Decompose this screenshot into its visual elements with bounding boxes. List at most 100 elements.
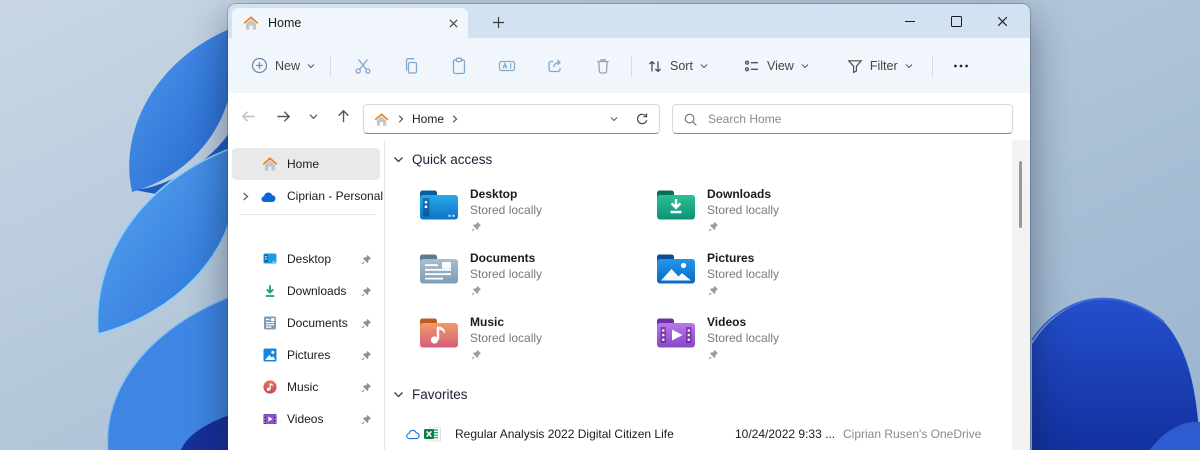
filter-button[interactable]: Filter: [838, 49, 922, 83]
chevron-down-icon: [306, 61, 316, 71]
sidebar-item-label: Pictures: [287, 348, 330, 362]
tile-downloads[interactable]: Downloads Stored locally: [655, 186, 892, 250]
tile-name: Music: [470, 315, 542, 330]
share-button[interactable]: [539, 50, 571, 82]
sidebar-item-label: Desktop: [287, 252, 331, 266]
sidebar-item-documents[interactable]: Documents: [232, 307, 380, 339]
window-controls: [890, 4, 1022, 38]
sort-icon: [646, 57, 664, 75]
close-button[interactable]: [982, 4, 1022, 38]
excel-file-icon: [423, 426, 442, 442]
recent-locations-button[interactable]: [299, 103, 327, 131]
new-button[interactable]: New: [242, 49, 324, 83]
search-input[interactable]: [706, 111, 1012, 127]
sidebar-item-videos[interactable]: Videos: [232, 403, 380, 435]
sidebar-item-downloads[interactable]: Downloads: [232, 275, 380, 307]
toolbar-divider: [631, 55, 632, 77]
chevron-down-icon: [800, 61, 810, 71]
sidebar-item-desktop[interactable]: Desktop: [232, 243, 380, 275]
tab-home[interactable]: Home: [232, 8, 468, 38]
pin-icon: [471, 221, 542, 232]
chevron-down-icon: [608, 113, 620, 125]
forward-button[interactable]: [269, 103, 297, 131]
section-title: Favorites: [412, 387, 468, 402]
sidebar-item-pictures[interactable]: Pictures: [232, 339, 380, 371]
forward-icon: [274, 107, 293, 126]
paste-button[interactable]: [443, 50, 475, 82]
sidebar-item-music[interactable]: Music: [232, 371, 380, 403]
address-bar[interactable]: Home: [363, 104, 660, 134]
scrollbar-thumb[interactable]: [1019, 161, 1022, 228]
tab-title: Home: [268, 16, 301, 30]
ellipsis-icon: [952, 57, 970, 75]
home-icon: [374, 112, 389, 127]
chevron-right-icon[interactable]: [240, 191, 251, 202]
pin-icon: [361, 254, 372, 265]
back-button[interactable]: [234, 103, 262, 131]
tile-desktop[interactable]: Desktop Stored locally: [418, 186, 655, 250]
file-name: Regular Analysis 2022 Digital Citizen Li…: [455, 427, 727, 441]
refresh-button[interactable]: [634, 112, 649, 127]
up-button[interactable]: [329, 103, 357, 131]
tile-pictures[interactable]: Pictures Stored locally: [655, 250, 892, 314]
pin-icon: [708, 349, 779, 360]
sort-button-label: Sort: [670, 59, 693, 73]
tile-documents[interactable]: Documents Stored locally: [418, 250, 655, 314]
pin-icon: [471, 285, 542, 296]
chevron-collapse-icon[interactable]: [392, 388, 405, 401]
tile-name: Videos: [707, 315, 779, 330]
cut-button[interactable]: [347, 50, 379, 82]
desktop-folder-icon: [418, 188, 460, 222]
filter-icon: [846, 57, 864, 75]
sidebar-item-label: Home: [287, 157, 319, 171]
filter-button-label: Filter: [870, 59, 898, 73]
quick-access-header[interactable]: Quick access: [392, 152, 492, 167]
sidebar-item-home[interactable]: Home: [232, 148, 380, 180]
maximize-button[interactable]: [936, 4, 976, 38]
view-button[interactable]: View: [735, 49, 818, 83]
tile-name: Downloads: [707, 187, 779, 202]
tile-videos[interactable]: Videos Stored locally: [655, 314, 892, 378]
chevron-down-icon: [307, 110, 320, 123]
toolbar-divider: [932, 55, 933, 77]
copy-icon: [401, 56, 421, 76]
pin-icon: [361, 350, 372, 361]
rename-button[interactable]: [491, 50, 523, 82]
breadcrumb-separator-icon[interactable]: [450, 114, 460, 124]
desktop-icon: [262, 251, 278, 267]
delete-button[interactable]: [587, 50, 619, 82]
trash-icon: [593, 56, 613, 76]
sidebar-item-label: Music: [287, 380, 318, 394]
pin-icon: [471, 349, 542, 360]
documents-folder-icon: [418, 252, 460, 286]
home-icon: [243, 15, 259, 31]
tile-status: Stored locally: [707, 266, 779, 282]
new-tab-button[interactable]: [484, 9, 512, 35]
favorites-header[interactable]: Favorites: [392, 387, 468, 402]
chevron-collapse-icon[interactable]: [392, 153, 405, 166]
sort-button[interactable]: Sort: [638, 49, 717, 83]
rename-icon: [497, 56, 517, 76]
file-location: Ciprian Rusen's OneDrive: [843, 427, 981, 441]
address-dropdown-button[interactable]: [608, 113, 620, 125]
pictures-icon: [262, 347, 278, 363]
sidebar-item-onedrive[interactable]: Ciprian - Personal: [232, 180, 380, 212]
close-icon: [997, 16, 1008, 27]
desktop: Home New: [0, 0, 1200, 450]
copy-button[interactable]: [395, 50, 427, 82]
more-options-button[interactable]: [945, 50, 977, 82]
onedrive-cloud-icon: [260, 190, 277, 203]
scrollbar-track[interactable]: [1012, 140, 1030, 450]
pin-icon: [361, 286, 372, 297]
minimize-button[interactable]: [890, 4, 930, 38]
documents-icon: [262, 315, 278, 331]
favorite-file-row[interactable]: Regular Analysis 2022 Digital Citizen Li…: [385, 421, 1012, 447]
breadcrumb-home[interactable]: Home: [412, 112, 444, 126]
tile-status: Stored locally: [707, 330, 779, 346]
pin-icon: [361, 318, 372, 329]
tile-music[interactable]: Music Stored locally: [418, 314, 655, 378]
chevron-down-icon: [904, 61, 914, 71]
tile-name: Desktop: [470, 187, 542, 202]
plus-circle-icon: [250, 56, 269, 75]
tab-close-button[interactable]: [446, 16, 461, 31]
